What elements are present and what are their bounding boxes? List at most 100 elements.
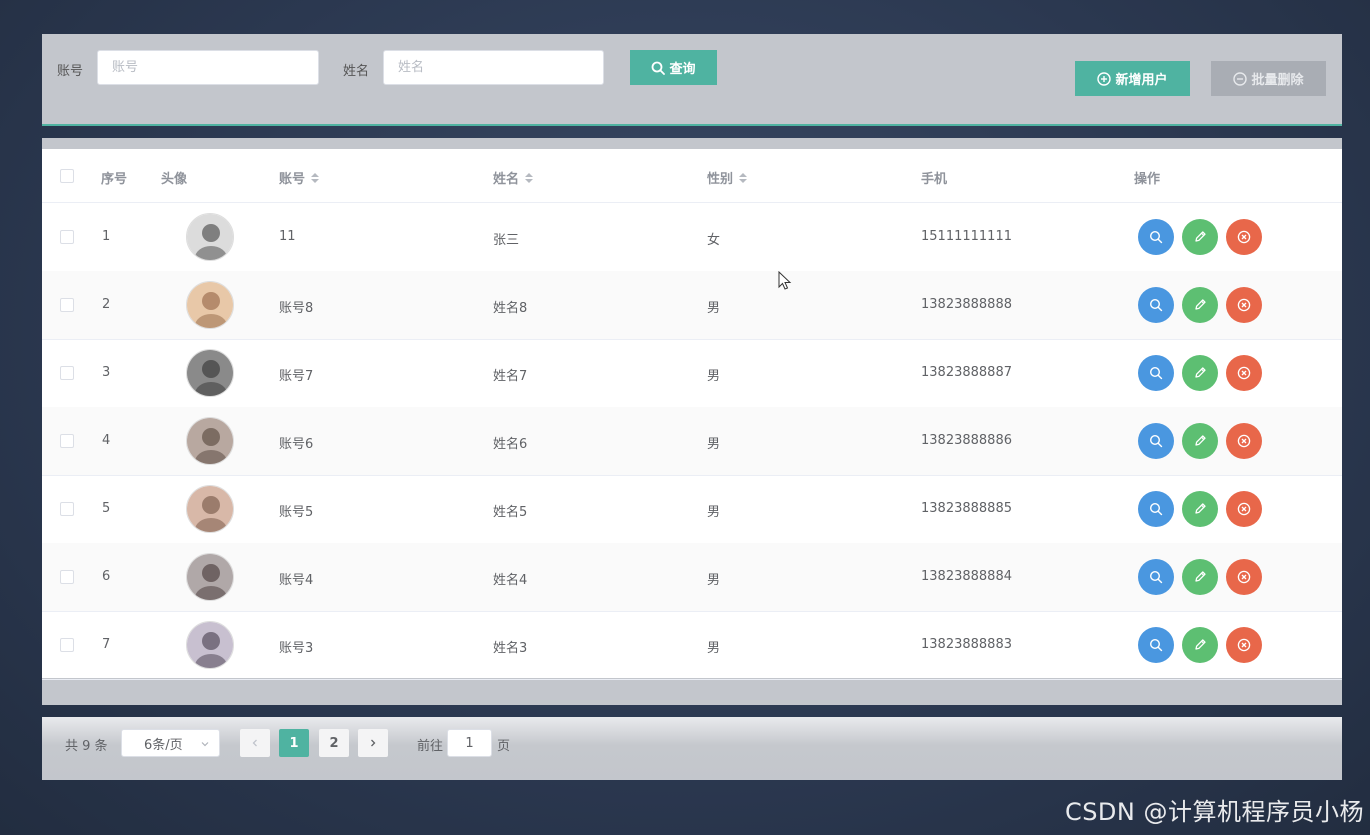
avatar [186,485,234,533]
next-page-button[interactable] [358,729,388,757]
add-user-button[interactable]: 新增用户 [1075,61,1190,96]
delete-button[interactable] [1226,287,1262,323]
pencil-icon [1195,503,1206,514]
page-button-2[interactable]: 2 [319,729,349,757]
header-actions: 操作 [1134,172,1161,187]
close-circle-icon [1237,298,1251,312]
cell-gender: 男 [707,505,721,520]
row-checkbox[interactable] [60,570,74,584]
delete-button[interactable] [1226,559,1262,595]
pencil-icon [1195,299,1206,310]
cell-phone: 13823888883 [921,637,1012,652]
header-account[interactable]: 账号 [279,168,320,187]
batch-delete-button-label: 批量删除 [1251,73,1304,88]
batch-delete-button[interactable]: 批量删除 [1211,61,1326,96]
cell-index: 6 [102,569,111,584]
prev-page-button[interactable] [240,729,270,757]
cell-phone: 13823888886 [921,433,1012,448]
chevron-down-icon [201,742,209,747]
sort-caret-icon[interactable] [311,172,320,183]
edit-button[interactable] [1182,559,1218,595]
edit-button[interactable] [1182,287,1218,323]
avatar [186,621,234,669]
delete-button[interactable] [1226,423,1262,459]
cell-account: 账号5 [279,505,314,520]
cell-index: 3 [102,365,111,380]
name-search-input[interactable] [383,50,604,85]
edit-button[interactable] [1182,355,1218,391]
view-button[interactable] [1138,423,1174,459]
delete-button[interactable] [1226,355,1262,391]
pencil-icon [1195,639,1206,650]
user-table-panel: 序号 头像 账号 姓名 性别 手机 操作 1 11 张三女 15111111111 2 账… [42,138,1342,705]
query-button-label: 查询 [669,62,696,77]
table-header: 序号 头像 账号 姓名 性别 手机 操作 [42,149,1342,203]
row-checkbox[interactable] [60,434,74,448]
cell-index: 2 [102,297,111,312]
cell-account: 账号7 [279,369,314,384]
row-checkbox[interactable] [60,502,74,516]
sort-caret-icon[interactable] [525,172,534,183]
page-size-select[interactable]: 6条/页 [121,729,220,757]
view-button[interactable] [1138,219,1174,255]
header-phone: 手机 [921,172,948,187]
cell-index: 1 [102,229,111,244]
row-checkbox[interactable] [60,230,74,244]
row-checkbox[interactable] [60,638,74,652]
pencil-icon [1195,571,1206,582]
view-button[interactable] [1138,627,1174,663]
edit-button[interactable] [1182,219,1218,255]
cell-name: 姓名3 [493,641,528,656]
header-gender[interactable]: 性别 [707,168,748,187]
pagination-total: 共 9 条 [65,739,108,754]
close-circle-icon [1237,434,1251,448]
close-circle-icon [1237,638,1251,652]
cell-gender: 男 [707,369,721,384]
pencil-icon [1195,367,1206,378]
avatar [186,417,234,465]
page-button-1[interactable]: 1 [279,729,309,757]
avatar [186,281,234,329]
chevron-left-icon [252,739,257,747]
delete-button[interactable] [1226,219,1262,255]
cell-phone: 13823888887 [921,365,1012,380]
sort-caret-icon[interactable] [739,172,748,183]
row-checkbox[interactable] [60,366,74,380]
search-icon [652,61,666,75]
pencil-icon [1195,435,1206,446]
select-all-checkbox[interactable] [60,169,74,183]
chevron-right-icon [371,739,376,747]
cell-name: 姓名7 [493,369,528,384]
edit-button[interactable] [1182,423,1218,459]
header-name[interactable]: 姓名 [493,168,534,187]
view-button[interactable] [1138,559,1174,595]
cell-index: 5 [102,501,111,516]
cell-phone: 15111111111 [921,229,1012,244]
table-row: 3 账号7 姓名7 男 13823888887 [42,339,1342,408]
cell-index: 7 [102,637,111,652]
account-search-input[interactable] [97,50,319,85]
view-button[interactable] [1138,355,1174,391]
minus-circle-icon [1233,71,1248,86]
table-row: 4 账号6 姓名6 男 13823888886 [42,407,1342,476]
avatar [186,349,234,397]
edit-button[interactable] [1182,491,1218,527]
goto-page-input[interactable] [447,729,492,757]
close-circle-icon [1237,366,1251,380]
edit-button[interactable] [1182,627,1218,663]
cell-name: 姓名6 [493,437,528,452]
search-panel: 账号 姓名 查询 新增用户 批量删除 [42,34,1342,126]
delete-button[interactable] [1226,491,1262,527]
table-row: 6 账号4 姓名4 男 13823888884 [42,543,1342,612]
header-avatar: 头像 [161,172,188,187]
row-checkbox[interactable] [60,298,74,312]
view-button[interactable] [1138,491,1174,527]
search-icon [1149,638,1163,652]
cell-name: 姓名8 [493,301,528,316]
search-icon [1149,434,1163,448]
query-button[interactable]: 查询 [630,50,717,85]
delete-button[interactable] [1226,627,1262,663]
view-button[interactable] [1138,287,1174,323]
cell-gender: 男 [707,301,721,316]
cell-account: 账号8 [279,301,314,316]
